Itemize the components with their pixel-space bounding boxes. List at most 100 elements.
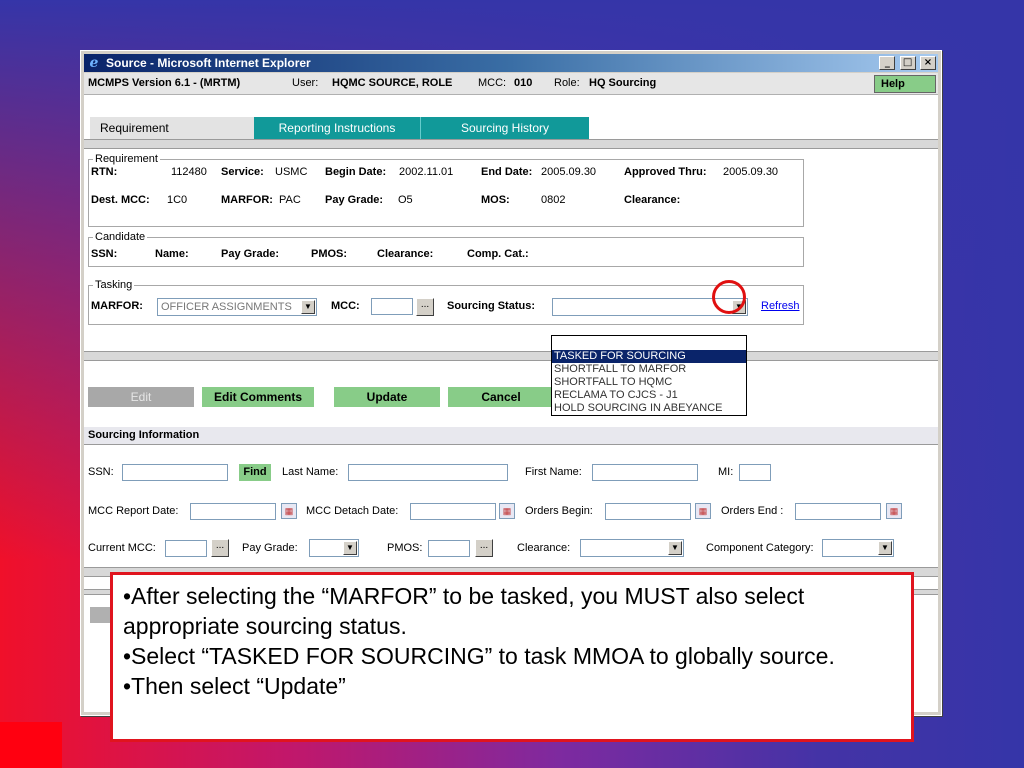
status-option-shortfall-to-marfor[interactable]: SHORTFALL TO MARFOR [552, 363, 746, 376]
status-option-shortfall-to-hqmc[interactable]: SHORTFALL TO HQMC [552, 376, 746, 389]
req-marfor-label: MARFOR: [221, 194, 273, 206]
marfor-select[interactable]: OFFICER ASSIGNMENTS ▼ [157, 298, 317, 316]
orders-end-label: Orders End : [721, 505, 784, 517]
tasking-mcc-label: MCC: [331, 300, 360, 312]
status-option-hold-sourcing-in-abeyance[interactable]: HOLD SOURCING IN ABEYANCE [552, 402, 746, 415]
status-option[interactable] [552, 336, 746, 350]
tasking-mcc-lookup-button[interactable]: ... [416, 298, 434, 316]
tasking-legend: Tasking [93, 279, 135, 291]
pmos-input[interactable] [428, 540, 470, 557]
first-name-input[interactable] [592, 464, 698, 481]
tab-reporting-instructions[interactable]: Reporting Instructions [254, 117, 420, 139]
app-version: MCMPS Version 6.1 - (MRTM) [88, 77, 241, 89]
orders-begin-input[interactable] [605, 503, 691, 520]
slide-corner-block [0, 722, 62, 768]
chevron-down-icon[interactable]: ▼ [343, 541, 357, 555]
mos-value: 0802 [541, 194, 566, 206]
pay-grade-select[interactable]: ▼ [309, 539, 359, 557]
chevron-down-icon[interactable]: ▼ [668, 541, 682, 555]
chevron-down-icon[interactable]: ▼ [301, 300, 315, 314]
orders-begin-label: Orders Begin: [525, 505, 593, 517]
current-mcc-lookup-button[interactable]: ... [211, 539, 229, 557]
mcc-detach-date-input[interactable] [410, 503, 496, 520]
action-bar: Edit Edit Comments Update Cancel [84, 387, 938, 409]
cand-compcat-label: Comp. Cat.: [467, 248, 529, 260]
current-mcc-label: Current MCC: [88, 542, 156, 554]
pay-grade-label: Pay Grade: [242, 542, 298, 554]
mcc-report-date-label: MCC Report Date: [88, 505, 179, 517]
begin-date-label: Begin Date: [325, 166, 387, 178]
ssn-label: SSN: [88, 466, 114, 478]
last-name-label: Last Name: [282, 466, 339, 478]
cand-ssn-label: SSN: [91, 248, 118, 260]
clearance-select[interactable]: ▼ [580, 539, 684, 557]
current-mcc-input[interactable] [165, 540, 207, 557]
service-value: USMC [275, 166, 308, 178]
user-value: HQMC SOURCE, ROLE [332, 77, 453, 89]
tab-requirement[interactable]: Requirement [90, 117, 254, 139]
app-header: MCMPS Version 6.1 - (MRTM) User: HQMC SO… [84, 73, 938, 95]
mos-label: MOS: [481, 194, 510, 206]
partial-button [90, 607, 110, 623]
req-paygrade-label: Pay Grade: [325, 194, 384, 206]
help-button[interactable]: Help [874, 75, 936, 93]
refresh-link[interactable]: Refresh [761, 300, 800, 312]
dest-mcc-label: Dest. MCC: [91, 194, 150, 206]
requirement-legend: Requirement [93, 153, 160, 165]
update-button[interactable]: Update [334, 387, 440, 407]
mcc-report-date-input[interactable] [190, 503, 276, 520]
first-name-label: First Name: [525, 466, 582, 478]
dest-mcc-value: 1C0 [167, 194, 188, 206]
find-button[interactable]: Find [239, 464, 271, 481]
role-value: HQ Sourcing [589, 77, 657, 89]
close-button[interactable]: × [920, 56, 936, 70]
cancel-button[interactable]: Cancel [448, 387, 554, 407]
rtn-value: 112480 [171, 166, 207, 178]
edit-button[interactable]: Edit [88, 387, 194, 407]
calendar-icon[interactable]: ▦ [499, 503, 515, 519]
last-name-input[interactable] [348, 464, 508, 481]
status-option-reclama-to-cjcs-j1[interactable]: RECLAMA TO CJCS - J1 [552, 389, 746, 402]
sourcing-information-header: Sourcing Information [84, 427, 938, 445]
internet-explorer-icon: e [89, 55, 99, 71]
status-option-tasked-for-sourcing[interactable]: TASKED FOR SOURCING [552, 350, 746, 363]
calendar-icon[interactable]: ▦ [695, 503, 711, 519]
edit-comments-button[interactable]: Edit Comments [202, 387, 314, 407]
tab-separator [84, 139, 938, 149]
rtn-label: RTN: [91, 166, 118, 178]
instruction-line: •Then select “Update” [123, 673, 346, 699]
window-titlebar[interactable]: e Source - Microsoft Internet Explorer _… [84, 54, 938, 72]
candidate-group: Candidate SSN: Name: Pay Grade: PMOS: Cl… [88, 231, 804, 267]
component-category-select[interactable]: ▼ [822, 539, 894, 557]
mi-label: MI: [718, 466, 734, 478]
calendar-icon[interactable]: ▦ [886, 503, 902, 519]
approved-thru-label: Approved Thru: [624, 166, 707, 178]
pmos-label: PMOS: [387, 542, 423, 554]
window-title: Source - Microsoft Internet Explorer [106, 56, 311, 70]
end-date-label: End Date: [481, 166, 533, 178]
service-label: Service: [221, 166, 264, 178]
chevron-down-icon[interactable]: ▼ [878, 541, 892, 555]
approved-thru-value: 2005.09.30 [723, 166, 779, 178]
clearance-label: Clearance: [517, 542, 571, 554]
maximize-button[interactable]: □ [899, 56, 916, 70]
minimize-button[interactable]: _ [879, 56, 896, 70]
tab-sourcing-history[interactable]: Sourcing History [420, 117, 589, 139]
orders-end-input[interactable] [795, 503, 881, 520]
requirement-group: Requirement RTN: 112480 Service: USMC Be… [88, 153, 804, 227]
tasking-mcc-input[interactable] [371, 298, 413, 315]
pmos-lookup-button[interactable]: ... [475, 539, 493, 557]
marfor-select-value: OFFICER ASSIGNMENTS [161, 301, 292, 313]
ssn-input[interactable] [122, 464, 228, 481]
instruction-callout: •After selecting the “MARFOR” to be task… [110, 572, 914, 742]
sourcing-status-label: Sourcing Status: [447, 300, 536, 312]
role-label: Role: [554, 77, 580, 89]
tasking-marfor-label: MARFOR: [91, 300, 143, 312]
user-label: User: [292, 77, 319, 89]
sourcing-status-dropdown-list[interactable]: TASKED FOR SOURCING SHORTFALL TO MARFOR … [551, 335, 747, 416]
window-controls: _ □ × [878, 56, 936, 74]
begin-date-value: 2002.11.01 [399, 166, 454, 178]
mi-input[interactable] [739, 464, 771, 481]
req-paygrade-value: O5 [398, 194, 413, 206]
calendar-icon[interactable]: ▦ [281, 503, 297, 519]
